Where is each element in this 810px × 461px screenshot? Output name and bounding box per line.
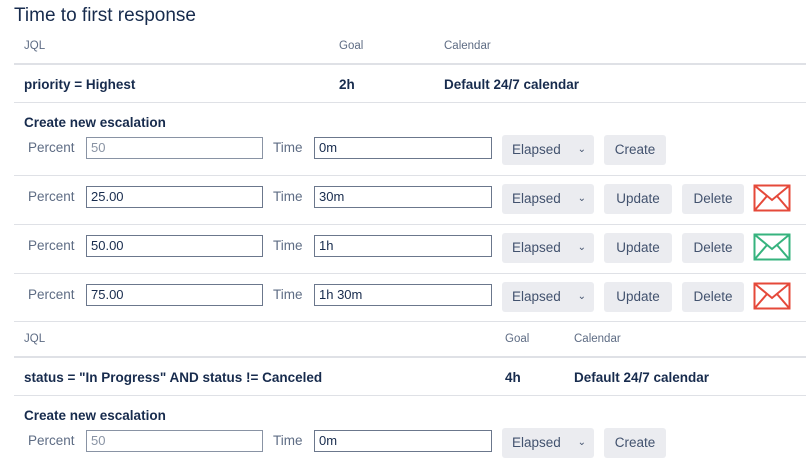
create-escalation-label: Create new escalation xyxy=(24,408,166,423)
mode-select[interactable]: Elapsed ⌄ xyxy=(502,282,594,312)
time-label: Time xyxy=(273,433,303,448)
sla-calendar-value: Default 24/7 calendar xyxy=(574,370,710,385)
percent-label: Percent xyxy=(28,140,75,155)
chevron-down-icon: ⌄ xyxy=(577,437,586,448)
time-input[interactable]: 1h xyxy=(314,235,492,257)
mode-select-value: Elapsed xyxy=(512,240,561,255)
time-label: Time xyxy=(273,189,303,204)
percent-label: Percent xyxy=(28,238,75,253)
percent-input[interactable]: 50 xyxy=(86,137,263,159)
time-input[interactable]: 1h 30m xyxy=(314,284,492,306)
sla-goal-value: 4h xyxy=(505,370,521,385)
divider xyxy=(14,175,806,176)
time-input[interactable]: 30m xyxy=(314,186,492,208)
sla-jql-value: status = "In Progress" AND status != Can… xyxy=(24,370,323,385)
create-button[interactable]: Create xyxy=(604,428,666,458)
percent-input[interactable]: 50.00 xyxy=(86,235,263,257)
create-escalation-label: Create new escalation xyxy=(24,115,166,130)
create-button[interactable]: Create xyxy=(604,135,666,165)
update-button[interactable]: Update xyxy=(604,282,672,312)
chevron-down-icon: ⌄ xyxy=(577,144,586,155)
sla-jql-value: priority = Highest xyxy=(24,77,136,92)
divider xyxy=(14,321,806,322)
sla-goal-value: 2h xyxy=(339,77,355,92)
delete-button[interactable]: Delete xyxy=(682,184,744,214)
percent-label: Percent xyxy=(28,433,75,448)
chevron-down-icon: ⌄ xyxy=(577,242,586,253)
chevron-down-icon: ⌄ xyxy=(577,193,586,204)
envelope-red-icon[interactable] xyxy=(753,184,791,212)
mode-select-value: Elapsed xyxy=(512,191,561,206)
percent-label: Percent xyxy=(28,189,75,204)
divider xyxy=(14,395,806,396)
column-header-calendar: Calendar xyxy=(574,333,621,345)
page-title: Time to first response xyxy=(14,5,196,26)
update-button[interactable]: Update xyxy=(604,233,672,263)
mode-select[interactable]: Elapsed ⌄ xyxy=(502,233,594,263)
divider xyxy=(14,224,806,225)
time-input[interactable]: 0m xyxy=(314,137,492,159)
divider xyxy=(14,63,806,65)
update-button[interactable]: Update xyxy=(604,184,672,214)
divider xyxy=(14,356,806,358)
column-header-calendar: Calendar xyxy=(444,40,491,52)
chevron-down-icon: ⌄ xyxy=(577,291,586,302)
mode-select-value: Elapsed xyxy=(512,289,561,304)
column-header-goal: Goal xyxy=(505,333,530,345)
percent-label: Percent xyxy=(28,287,75,302)
time-label: Time xyxy=(273,140,303,155)
mode-select-value: Elapsed xyxy=(512,142,561,157)
mode-select[interactable]: Elapsed ⌄ xyxy=(502,428,594,458)
mode-select[interactable]: Elapsed ⌄ xyxy=(502,184,594,214)
mode-select-value: Elapsed xyxy=(512,435,561,450)
column-header-goal: Goal xyxy=(339,40,364,52)
mode-select[interactable]: Elapsed ⌄ xyxy=(502,135,594,165)
envelope-red-icon[interactable] xyxy=(753,282,791,310)
divider xyxy=(14,273,806,274)
time-label: Time xyxy=(273,238,303,253)
divider xyxy=(14,102,806,103)
percent-input[interactable]: 50 xyxy=(86,430,263,452)
delete-button[interactable]: Delete xyxy=(682,233,744,263)
percent-input[interactable]: 75.00 xyxy=(86,284,263,306)
delete-button[interactable]: Delete xyxy=(682,282,744,312)
percent-input[interactable]: 25.00 xyxy=(86,186,263,208)
column-header-jql: JQL xyxy=(24,40,46,52)
envelope-green-icon[interactable] xyxy=(753,233,791,261)
time-input[interactable]: 0m xyxy=(314,430,492,452)
column-header-jql: JQL xyxy=(24,333,46,345)
time-label: Time xyxy=(273,287,303,302)
sla-calendar-value: Default 24/7 calendar xyxy=(444,77,580,92)
